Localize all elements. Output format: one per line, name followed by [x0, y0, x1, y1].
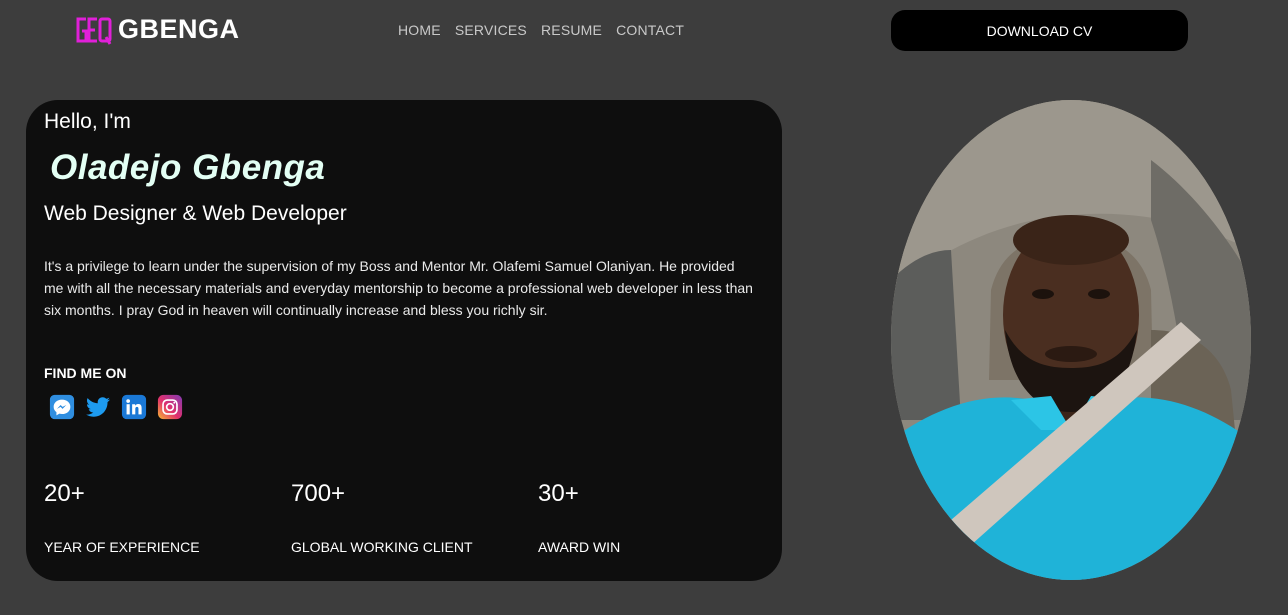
- twitter-icon[interactable]: [84, 393, 112, 421]
- logo-mark-icon: [76, 17, 112, 45]
- linkedin-icon[interactable]: [120, 393, 148, 421]
- nav-home[interactable]: HOME: [398, 22, 441, 38]
- stat-label: GLOBAL WORKING CLIENT: [291, 539, 473, 555]
- greeting: Hello, I'm: [44, 110, 131, 133]
- nav-services[interactable]: SERVICES: [455, 22, 527, 38]
- download-cv-button[interactable]: DOWNLOAD CV: [891, 10, 1188, 51]
- hero-card: Hello, I'm Oladejo Gbenga Web Designer &…: [26, 100, 782, 581]
- hero-bio: It's a privilege to learn under the supe…: [44, 258, 753, 318]
- stat-label: YEAR OF EXPERIENCE: [44, 539, 200, 555]
- stat-experience: 20+ YEAR OF EXPERIENCE: [44, 480, 200, 555]
- stat-clients: 700+ GLOBAL WORKING CLIENT: [291, 480, 473, 555]
- stat-label: AWARD WIN: [538, 539, 621, 555]
- nav-contact[interactable]: CONTACT: [616, 22, 684, 38]
- header: GBENGA HOME SERVICES RESUME CONTACT DOWN…: [0, 0, 1288, 62]
- instagram-icon[interactable]: [156, 393, 184, 421]
- logo[interactable]: GBENGA: [76, 14, 240, 45]
- stat-awards: 30+ AWARD WIN: [538, 480, 620, 555]
- main-nav: HOME SERVICES RESUME CONTACT: [398, 22, 684, 38]
- profile-photo: [891, 100, 1251, 580]
- nav-resume[interactable]: RESUME: [541, 22, 602, 38]
- stat-value: 20+: [44, 480, 85, 507]
- logo-text: GBENGA: [118, 14, 240, 44]
- hero-role: Web Designer & Web Developer: [44, 202, 347, 225]
- find-me-title: FIND ME ON: [44, 365, 127, 381]
- messenger-icon[interactable]: [48, 393, 76, 421]
- stat-value: 700+: [291, 480, 346, 507]
- stat-value: 30+: [538, 480, 579, 507]
- hero-name: Oladejo Gbenga: [50, 148, 326, 187]
- social-links: [48, 393, 184, 421]
